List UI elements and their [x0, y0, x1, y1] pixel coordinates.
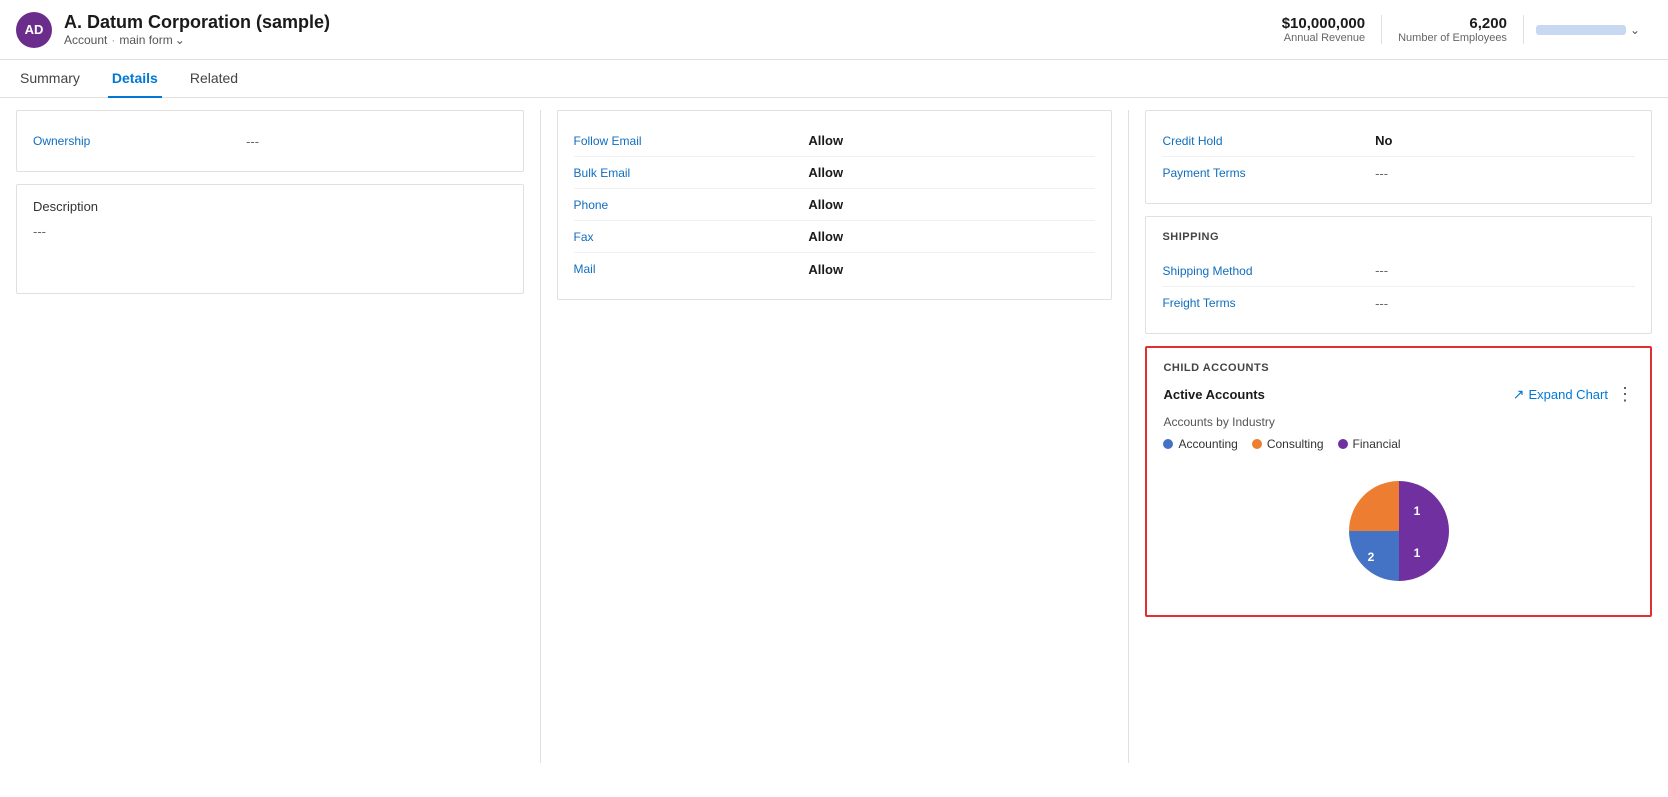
payment-terms-field: Payment Terms ---	[1162, 157, 1635, 189]
child-accounts-title: CHILD ACCOUNTS	[1163, 362, 1634, 374]
ownership-field: Ownership ---	[33, 125, 507, 157]
header-right: $10,000,000 Annual Revenue 6,200 Number …	[1266, 15, 1652, 44]
employees-label: Number of Employees	[1398, 32, 1507, 44]
mail-field: Mail Allow	[574, 253, 1096, 285]
ownership-label: Ownership	[33, 134, 246, 148]
form-link[interactable]: main form ⌄	[119, 33, 184, 47]
owner-bar	[1536, 25, 1626, 35]
pie-segment-consulting	[1349, 481, 1399, 531]
more-options-icon[interactable]: ⋮	[1616, 384, 1634, 405]
dot-separator: ·	[111, 33, 115, 47]
middle-column: Follow Email Allow Bulk Email Allow Phon…	[540, 110, 1129, 763]
contact-prefs-section: Follow Email Allow Bulk Email Allow Phon…	[557, 110, 1113, 300]
legend-consulting-label: Consulting	[1267, 437, 1324, 451]
right-column: Credit Hold No Payment Terms --- SHIPPIN…	[1128, 110, 1652, 763]
annual-revenue-label: Annual Revenue	[1282, 32, 1365, 44]
owner-stat: ⌄	[1524, 23, 1652, 37]
description-value: ---	[33, 224, 507, 239]
pie-label-consulting: 1	[1413, 546, 1420, 560]
phone-label: Phone	[574, 198, 809, 212]
phone-value: Allow	[808, 197, 843, 212]
pie-segment-financial	[1399, 481, 1449, 581]
pie-chart: 1 2 1	[1339, 471, 1459, 591]
legend-dot-financial	[1338, 439, 1348, 449]
shipping-section: SHIPPING Shipping Method --- Freight Ter…	[1145, 216, 1652, 334]
chart-subtitle: Accounts by Industry	[1163, 415, 1634, 429]
tab-details[interactable]: Details	[108, 60, 162, 98]
account-name: A. Datum Corporation (sample)	[64, 12, 330, 33]
account-subtitle: Account · main form ⌄	[64, 33, 330, 47]
credit-hold-label: Credit Hold	[1162, 134, 1375, 148]
child-accounts-section: CHILD ACCOUNTS Active Accounts ↗ Expand …	[1145, 346, 1652, 617]
payment-terms-value: ---	[1375, 166, 1388, 181]
annual-revenue-stat: $10,000,000 Annual Revenue	[1266, 15, 1382, 44]
legend-dot-consulting	[1252, 439, 1262, 449]
bulk-email-value: Allow	[808, 165, 843, 180]
phone-field: Phone Allow	[574, 189, 1096, 221]
credit-hold-value: No	[1375, 133, 1392, 148]
form-label: main form	[119, 33, 172, 47]
header-title-group: A. Datum Corporation (sample) Account · …	[64, 12, 330, 47]
shipping-method-value: ---	[1375, 263, 1388, 278]
credit-hold-field: Credit Hold No	[1162, 125, 1635, 157]
expand-chart-button[interactable]: ↗ Expand Chart	[1513, 386, 1608, 403]
legend-dot-accounting	[1163, 439, 1173, 449]
mail-value: Allow	[808, 262, 843, 277]
follow-email-field: Follow Email Allow	[574, 125, 1096, 157]
pie-label-financial: 1	[1413, 504, 1420, 518]
legend-accounting-label: Accounting	[1178, 437, 1237, 451]
description-title: Description	[33, 199, 507, 214]
expand-icon: ↗	[1513, 386, 1525, 403]
expand-chart-label: Expand Chart	[1528, 387, 1608, 402]
account-type: Account	[64, 33, 107, 47]
follow-email-label: Follow Email	[574, 134, 809, 148]
legend-accounting: Accounting	[1163, 437, 1237, 451]
chart-active-accounts-label: Active Accounts	[1163, 387, 1264, 402]
legend-financial-label: Financial	[1353, 437, 1401, 451]
chart-header: Active Accounts ↗ Expand Chart ⋮	[1163, 384, 1634, 405]
left-column: Ownership --- Description ---	[16, 110, 540, 763]
follow-email-value: Allow	[808, 133, 843, 148]
description-section: Description ---	[16, 184, 524, 294]
ownership-value: ---	[246, 134, 259, 149]
legend-financial: Financial	[1338, 437, 1401, 451]
shipping-method-label: Shipping Method	[1162, 264, 1375, 278]
chart-controls: ↗ Expand Chart ⋮	[1513, 384, 1634, 405]
freight-terms-label: Freight Terms	[1162, 296, 1375, 310]
payment-terms-label: Payment Terms	[1162, 166, 1375, 180]
avatar: AD	[16, 12, 52, 48]
freight-terms-value: ---	[1375, 296, 1388, 311]
nav-tabs: Summary Details Related	[0, 60, 1668, 98]
annual-revenue-value: $10,000,000	[1282, 15, 1365, 32]
shipping-title: SHIPPING	[1162, 231, 1635, 243]
pie-label-accounting: 2	[1367, 550, 1374, 564]
chart-legend: Accounting Consulting Financial	[1163, 437, 1634, 451]
owner-chevron-icon[interactable]: ⌄	[1630, 23, 1640, 37]
fax-value: Allow	[808, 229, 843, 244]
legend-consulting: Consulting	[1252, 437, 1324, 451]
top-header: AD A. Datum Corporation (sample) Account…	[0, 0, 1668, 60]
tab-related[interactable]: Related	[186, 60, 242, 98]
freight-terms-field: Freight Terms ---	[1162, 287, 1635, 319]
fax-label: Fax	[574, 230, 809, 244]
ownership-section: Ownership ---	[16, 110, 524, 172]
billing-section: Credit Hold No Payment Terms ---	[1145, 110, 1652, 204]
mail-label: Mail	[574, 262, 809, 276]
bulk-email-label: Bulk Email	[574, 166, 809, 180]
pie-chart-container: 1 2 1	[1163, 461, 1634, 601]
form-chevron-icon[interactable]: ⌄	[175, 33, 185, 47]
employees-value: 6,200	[1398, 15, 1507, 32]
tab-summary[interactable]: Summary	[16, 60, 84, 98]
bulk-email-field: Bulk Email Allow	[574, 157, 1096, 189]
fax-field: Fax Allow	[574, 221, 1096, 253]
shipping-method-field: Shipping Method ---	[1162, 255, 1635, 287]
main-content: Ownership --- Description --- Follow Ema…	[0, 98, 1668, 775]
employees-stat: 6,200 Number of Employees	[1382, 15, 1524, 44]
